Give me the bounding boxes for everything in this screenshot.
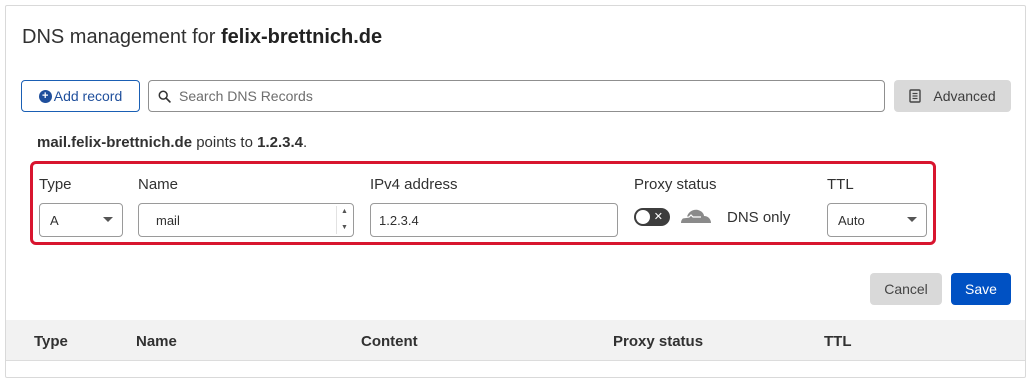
ttl-select[interactable]: Auto — [827, 203, 927, 237]
proxy-status-label: Proxy status — [634, 176, 717, 193]
document-icon — [909, 89, 922, 103]
page-title-prefix: DNS management for — [22, 26, 216, 48]
toggle-knob — [636, 210, 650, 224]
type-label: Type — [39, 176, 72, 193]
summary-host: mail.felix-brettnich.de — [37, 134, 193, 151]
advanced-label: Advanced — [933, 88, 996, 104]
summary-target: 1.2.3.4 — [257, 134, 303, 151]
dns-management-card: DNS management for felix-brettnich.de + … — [5, 5, 1026, 378]
cloud-icon — [679, 206, 713, 231]
stepper-up-icon[interactable]: ▲ — [341, 206, 348, 218]
chevron-down-icon — [103, 217, 113, 222]
ipv4-label: IPv4 address — [370, 176, 458, 193]
type-value: A — [50, 212, 59, 228]
add-record-label: Add record — [53, 88, 123, 104]
stepper-down-icon[interactable]: ▼ — [341, 222, 348, 234]
record-edit-row: Type A Name mail ▲ ▼ IPv4 address 1.2.3.… — [30, 161, 936, 245]
advanced-button[interactable]: Advanced — [894, 80, 1011, 112]
search-box[interactable] — [148, 80, 885, 112]
column-header-type[interactable]: Type — [34, 333, 68, 350]
chevron-down-icon — [907, 217, 917, 222]
add-record-button[interactable]: + Add record — [21, 80, 140, 112]
ttl-value: Auto — [838, 212, 865, 228]
records-table-header: Type Name Content Proxy status TTL — [6, 320, 1025, 361]
name-value: mail — [156, 212, 180, 228]
plus-circle-icon: + — [38, 89, 52, 103]
ipv4-input[interactable]: 1.2.3.4 — [370, 203, 618, 237]
search-input[interactable] — [177, 87, 884, 105]
search-icon — [158, 90, 171, 103]
cancel-button[interactable]: Cancel — [870, 273, 942, 305]
name-stepper[interactable]: ▲ ▼ — [336, 206, 352, 234]
page-title-domain: felix-brettnich.de — [220, 26, 383, 48]
column-header-name[interactable]: Name — [136, 333, 177, 350]
record-summary: mail.felix-brettnich.de points to 1.2.3.… — [37, 134, 307, 151]
close-icon: ✕ — [653, 211, 663, 223]
proxy-status-value: DNS only — [727, 209, 791, 226]
type-select[interactable]: A — [39, 203, 123, 237]
save-button[interactable]: Save — [951, 273, 1011, 305]
summary-end: . — [302, 134, 308, 151]
column-header-ttl[interactable]: TTL — [824, 333, 852, 350]
name-input[interactable]: mail ▲ ▼ — [138, 203, 354, 237]
ipv4-value: 1.2.3.4 — [379, 212, 419, 228]
proxy-toggle[interactable]: ✕ — [634, 208, 670, 226]
name-label: Name — [138, 176, 179, 193]
column-header-content[interactable]: Content — [361, 333, 418, 350]
column-header-proxy-status[interactable]: Proxy status — [613, 333, 703, 350]
ttl-label: TTL — [827, 176, 854, 193]
summary-middle: points to — [196, 134, 253, 151]
page-title: DNS management for felix-brettnich.de — [22, 26, 382, 49]
